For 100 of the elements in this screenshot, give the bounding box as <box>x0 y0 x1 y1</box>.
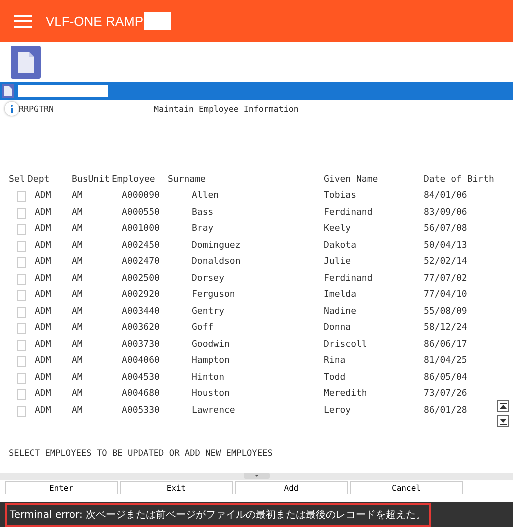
table-cell-text: Donaldson <box>191 256 242 269</box>
table-cell-text: ADM <box>34 322 52 335</box>
table-cell-text: AM <box>72 206 84 220</box>
table-cell-text: A004060 <box>121 355 161 368</box>
table-cell-text: Leroy <box>324 404 352 418</box>
table-cell-text: 86/01/28 <box>424 404 468 418</box>
table-cell-text: Donna <box>324 322 352 335</box>
table-cell-text: 50/04/13 <box>424 240 468 252</box>
table-cell-text: 86/05/04 <box>424 372 468 384</box>
table-cell-text: A002920 <box>121 289 161 302</box>
select-checkbox[interactable] <box>17 323 26 334</box>
table-cell-text: Gentry <box>191 306 226 318</box>
select-checkbox[interactable] <box>17 372 26 384</box>
select-checkbox[interactable] <box>17 340 26 350</box>
table-cell-text: Goff <box>191 322 215 335</box>
select-checkbox[interactable] <box>17 224 26 235</box>
table-cell-text: ADM <box>34 388 52 401</box>
table-cell-text: ADM <box>34 355 52 368</box>
select-checkbox[interactable] <box>17 290 26 301</box>
table-cell-text: AM <box>72 289 84 302</box>
select-checkbox[interactable] <box>17 191 26 202</box>
select-checkbox[interactable] <box>17 356 26 367</box>
table-cell-text: AM <box>72 256 84 269</box>
table-cell-text: 56/07/08 <box>424 223 468 236</box>
document-button[interactable] <box>11 46 41 78</box>
program-name: RRPGTRN <box>19 104 55 114</box>
column-header: Date of Birth <box>424 174 494 187</box>
table-cell-text: Keely <box>324 223 352 236</box>
column-header: Sel <box>9 174 26 187</box>
table-cell-text: AM <box>72 338 84 352</box>
table-cell-text: Dominguez <box>191 240 242 252</box>
table-cell-text: Todd <box>324 372 347 384</box>
error-message: Terminal error: 次ページまたは前ページがファイルの最初または最後のレコードを超えた。 <box>5 502 432 526</box>
table-cell-text: A000090 <box>121 190 161 203</box>
table-cell-text: A001000 <box>121 223 161 236</box>
table-cell-text: 55/08/09 <box>424 306 468 318</box>
table-cell-text: Goodwin <box>191 338 231 352</box>
select-checkbox[interactable] <box>17 208 26 218</box>
table-cell-text: ADM <box>34 272 52 286</box>
table-cell-text: ADM <box>34 206 52 220</box>
scroll-bottom-button[interactable] <box>497 415 509 427</box>
table-cell-text: 84/01/06 <box>424 190 468 203</box>
table-cell-text: ADM <box>34 306 52 318</box>
select-checkbox[interactable] <box>17 257 26 268</box>
table-cell-text: A005330 <box>121 404 161 418</box>
table-cell-text: Imelda <box>324 289 358 302</box>
select-checkbox[interactable] <box>17 240 26 252</box>
table-cell-text: Driscoll <box>324 338 368 352</box>
table-cell-text: Rina <box>324 355 347 368</box>
screen-title: Maintain Employee Information <box>154 104 299 114</box>
table-cell-text: A004530 <box>121 372 161 384</box>
input-field[interactable] <box>18 85 108 97</box>
table-cell-text: Dorsey <box>191 272 226 286</box>
select-checkbox[interactable] <box>17 274 26 284</box>
table-cell-text: A003730 <box>121 338 161 352</box>
function-button[interactable]: Add <box>235 481 348 494</box>
column-header: BusUnit <box>72 174 111 187</box>
function-button[interactable]: Cancel <box>350 481 463 494</box>
collapse-handle-icon[interactable] <box>244 473 270 479</box>
menu-icon[interactable] <box>14 14 32 28</box>
table-cell-text: Meredith <box>324 388 368 401</box>
to-top-icon <box>500 402 506 410</box>
column-header: Employee <box>112 174 156 187</box>
table-cell-text: AM <box>72 306 84 318</box>
redaction-box <box>144 12 171 30</box>
table-cell-text: Hinton <box>191 372 226 384</box>
table-cell-text: ADM <box>34 223 52 236</box>
table-cell-text: AM <box>72 372 84 384</box>
table-cell-text: Tobias <box>324 190 358 203</box>
table-cell-text: A004680 <box>121 388 161 401</box>
table-cell-text: A002450 <box>121 240 161 252</box>
table-cell-text: 77/07/02 <box>424 272 468 286</box>
document-icon[interactable] <box>2 84 14 98</box>
table-cell-text: AM <box>72 223 84 236</box>
instruction-text: SELECT EMPLOYEES TO BE UPDATED OR ADD NEW EMPLOYEES <box>9 449 274 459</box>
table-cell-text: Nadine <box>324 306 358 318</box>
table-cell-text: ADM <box>34 338 52 352</box>
table-cell-text: Allen <box>191 190 220 203</box>
table-cell-text: 77/04/10 <box>424 289 468 302</box>
table-cell-text: Lawrence <box>191 404 236 418</box>
info-icon[interactable] <box>5 102 19 116</box>
table-cell-text: Ferdinand <box>324 206 374 220</box>
function-button[interactable]: Exit <box>120 481 233 494</box>
scroll-top-button[interactable] <box>497 400 509 412</box>
table-cell-text: Hampton <box>191 355 231 368</box>
table-cell-text: Bass <box>191 206 215 220</box>
table-cell-text: A003620 <box>121 322 161 335</box>
table-cell-text: 58/12/24 <box>424 322 468 335</box>
table-cell-text: AM <box>72 388 84 401</box>
table-cell-text: ADM <box>34 256 52 269</box>
document-icon <box>18 52 34 72</box>
table-cell-text: Ferguson <box>191 289 236 302</box>
select-checkbox[interactable] <box>17 306 26 318</box>
select-checkbox[interactable] <box>17 389 26 400</box>
table-cell-text: ADM <box>34 404 52 418</box>
table-cell-text: A002500 <box>121 272 161 286</box>
function-button[interactable]: Enter <box>5 481 118 494</box>
table-cell-text: 52/02/14 <box>424 256 468 269</box>
table-cell-text: 81/04/25 <box>424 355 468 368</box>
select-checkbox[interactable] <box>17 406 26 416</box>
